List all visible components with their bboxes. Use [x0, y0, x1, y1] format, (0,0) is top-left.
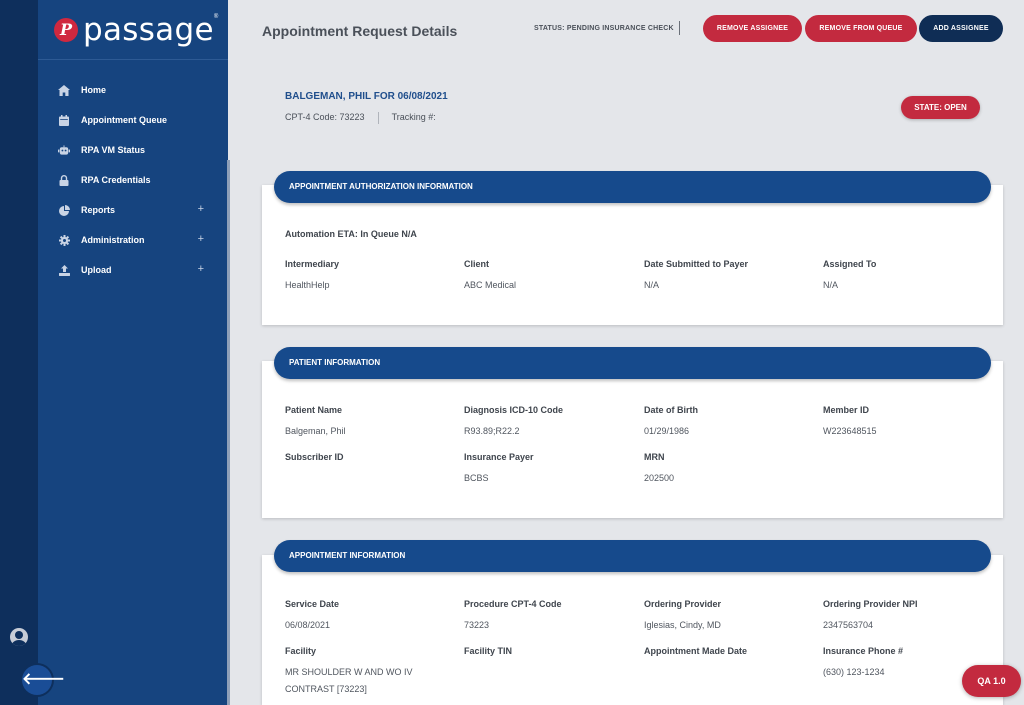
sidebar-item-label: RPA VM Status — [81, 145, 146, 155]
sidebar-item-upload[interactable]: Upload + — [38, 255, 228, 285]
sidebar-item-rpa-vm-status[interactable]: RPA VM Status — [38, 135, 228, 165]
sidebar-item-label: Appointment Queue — [81, 115, 167, 125]
cpt-code: CPT-4 Code: 73223 — [285, 112, 365, 122]
brand-name: passage — [83, 11, 214, 48]
field-client: Client ABC Medical — [464, 259, 517, 290]
state-badge: STATE: OPEN — [901, 96, 980, 119]
field-appointment-made-date: Appointment Made Date — [644, 646, 748, 656]
sidebar-item-label: Upload — [81, 265, 112, 275]
patient-card — [262, 361, 1003, 518]
qa-version-badge[interactable]: QA 1.0 — [962, 665, 1021, 697]
expand-icon[interactable]: + — [198, 263, 204, 275]
expand-icon[interactable]: + — [198, 203, 204, 215]
calendar-icon — [58, 114, 70, 126]
brand-logo[interactable]: P passage ® — [38, 0, 228, 60]
sidebar-item-home[interactable]: Home — [38, 75, 228, 105]
field-assigned-to: Assigned To N/A — [823, 259, 877, 290]
field-member-id: Member ID W223648515 — [823, 405, 877, 436]
status-text: STATUS: PENDING INSURANCE CHECK — [534, 25, 674, 32]
field-subscriber-id: Subscriber ID — [285, 452, 344, 462]
authorization-header: APPOINTMENT AUTHORIZATION INFORMATION — [274, 171, 991, 203]
field-diagnosis-code: Diagnosis ICD-10 Code R93.89;R22.2 — [464, 405, 564, 436]
expand-icon[interactable]: + — [198, 233, 204, 245]
field-procedure-code: Procedure CPT-4 Code 73223 — [464, 599, 562, 630]
page-title: Appointment Request Details — [262, 23, 458, 39]
lock-icon — [58, 174, 70, 186]
remove-from-queue-button[interactable]: REMOVE FROM QUEUE — [805, 15, 917, 42]
field-insurance-payer: Insurance Payer BCBS — [464, 452, 534, 483]
appointment-summary-title: BALGEMAN, PHIL FOR 06/08/2021 — [285, 91, 448, 102]
sidebar-item-reports[interactable]: Reports + — [38, 195, 228, 225]
tracking-number: Tracking #: — [391, 112, 436, 122]
field-insurance-phone: Insurance Phone # (630) 123-1234 — [823, 646, 904, 677]
home-icon — [58, 84, 70, 96]
field-date-of-birth: Date of Birth 01/29/1986 — [644, 405, 698, 436]
field-date-submitted: Date Submitted to Payer N/A — [644, 259, 749, 290]
field-ordering-provider-npi: Ordering Provider NPI 2347563704 — [823, 599, 918, 630]
meta-divider — [377, 112, 379, 124]
field-mrn: MRN 202500 — [644, 452, 675, 483]
field-patient-name: Patient Name Balgeman, Phil — [285, 405, 346, 436]
trademark-symbol: ® — [213, 14, 219, 20]
patient-header: PATIENT INFORMATION — [274, 347, 991, 379]
summary-meta: CPT-4 Code: 73223 Tracking #: — [285, 112, 436, 124]
user-icon[interactable] — [10, 628, 28, 646]
authorization-card — [262, 185, 1003, 325]
sidebar-item-label: Home — [81, 85, 107, 95]
field-ordering-provider: Ordering Provider Iglesias, Cindy, MD — [644, 599, 722, 630]
sidebar-item-appointment-queue[interactable]: Appointment Queue — [38, 105, 228, 135]
field-facility-tin: Facility TIN — [464, 646, 513, 656]
add-assignee-button[interactable]: ADD ASSIGNEE — [919, 15, 1003, 42]
pie-chart-icon — [58, 204, 70, 216]
field-facility: Facility MR SHOULDER W AND WO IV CONTRAS… — [285, 646, 413, 694]
status-divider — [679, 21, 680, 35]
remove-assignee-button[interactable]: REMOVE ASSIGNEE — [703, 15, 802, 42]
sidebar-item-rpa-credentials[interactable]: RPA Credentials — [38, 165, 228, 195]
sidebar: P passage ® Home Appointment Queue RPA V… — [38, 0, 228, 705]
automation-eta: Automation ETA: In Queue N/A — [285, 229, 417, 239]
appointment-header: APPOINTMENT INFORMATION — [274, 540, 991, 572]
sidebar-nav: Home Appointment Queue RPA VM Status RPA… — [38, 75, 228, 285]
collapse-back-button[interactable]: 🡐 — [22, 665, 65, 695]
sidebar-item-administration[interactable]: Administration + — [38, 225, 228, 255]
robot-icon — [58, 144, 70, 156]
sidebar-item-label: Reports — [81, 205, 116, 215]
passage-logo-icon: P — [54, 17, 78, 42]
sidebar-item-label: Administration — [81, 235, 145, 245]
sidebar-item-label: RPA Credentials — [81, 175, 151, 185]
left-rail — [0, 0, 38, 705]
upload-icon — [58, 264, 70, 276]
field-service-date: Service Date 06/08/2021 — [285, 599, 340, 630]
sidebar-scrollbar[interactable] — [227, 160, 230, 705]
gear-icon — [58, 234, 70, 246]
field-intermediary: Intermediary HealthHelp — [285, 259, 340, 290]
